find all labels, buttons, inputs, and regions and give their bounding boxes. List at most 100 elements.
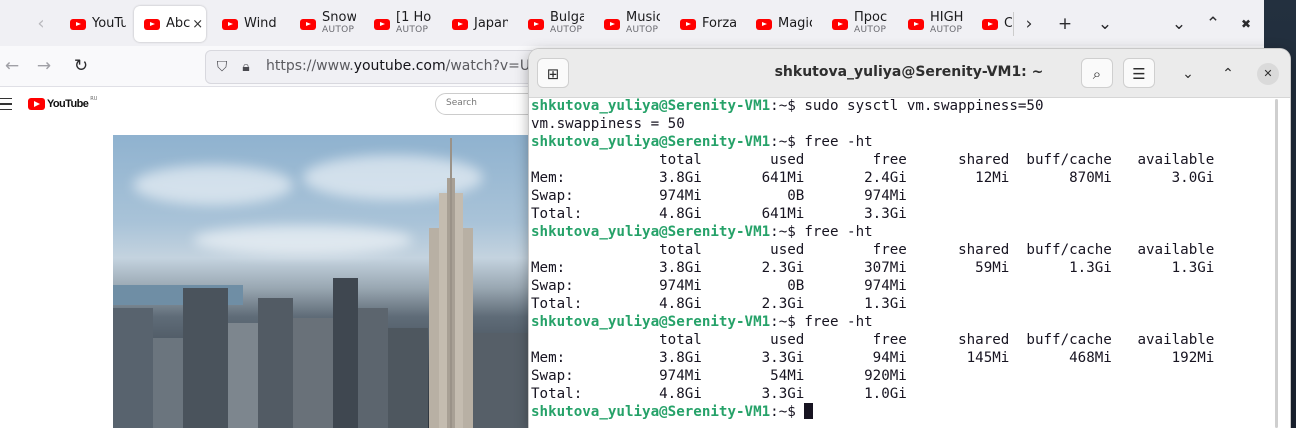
- new-tab-plus-icon[interactable]: +: [1053, 12, 1077, 36]
- tab-autoplay-label: AUTOP: [396, 25, 429, 35]
- terminal-scrollbar[interactable]: [1275, 99, 1278, 428]
- tab-label: Snow: [322, 10, 356, 25]
- browser-tab[interactable]: Forza: [670, 6, 736, 42]
- close-icon[interactable]: ✕: [1257, 63, 1279, 85]
- browser-tab[interactable]: Abc ×: [134, 6, 206, 42]
- maximize-icon[interactable]: ⌃: [1217, 63, 1239, 85]
- url-domain: youtube.com: [353, 58, 446, 74]
- back-arrow-icon[interactable]: ←: [0, 54, 24, 78]
- tab-label: Wind: [244, 16, 277, 31]
- terminal-output-line: Swap: 974Mi 54Mi 920Mi: [531, 368, 907, 384]
- reload-icon[interactable]: ↻: [69, 54, 93, 78]
- youtube-favicon-icon: [144, 18, 160, 30]
- search-placeholder: Search: [446, 98, 477, 108]
- browser-tab[interactable]: HIGH AUTOP: [898, 6, 964, 42]
- prompt-suffix: :~$: [770, 314, 805, 330]
- minimize-icon[interactable]: ⌄: [1177, 63, 1199, 85]
- tab-text: Bulga AUTOP: [550, 10, 584, 36]
- browser-tab[interactable]: Magic: [746, 6, 812, 42]
- terminal-output-line: total used free shared buff/cache availa…: [531, 242, 1215, 258]
- tab-label: Magic: [778, 16, 812, 31]
- tab-text: [1 Ho AUTOP: [396, 10, 432, 36]
- minimize-chevron-icon[interactable]: ⌄: [1167, 12, 1191, 36]
- youtube-favicon-icon: [374, 18, 390, 30]
- tab-autoplay-label: AUTOP: [930, 25, 963, 35]
- browser-tab[interactable]: YouTu: [60, 6, 126, 42]
- tab-label: Forza: [702, 16, 736, 31]
- shield-icon[interactable]: ⛉: [212, 57, 232, 77]
- terminal-window: ⊞ shkutova_yuliya@Serenity-VM1: ~ ⌕ ☰ ⌄ …: [529, 49, 1290, 428]
- browser-tab[interactable]: Wind: [212, 6, 280, 42]
- terminal-title: shkutova_yuliya@Serenity-VM1: ~: [774, 64, 1044, 80]
- tab-label: Music: [626, 10, 660, 25]
- terminal-cursor: [804, 403, 814, 419]
- browser-tab[interactable]: Japan: [442, 6, 508, 42]
- terminal-output-line: total used free shared buff/cache availa…: [531, 332, 1215, 348]
- youtube-favicon-icon: [70, 18, 86, 30]
- tab-label: Bulga: [550, 10, 584, 25]
- terminal-command-line: shkutova_yuliya@Serenity-VM1:~$ sudo sys…: [531, 97, 1276, 115]
- terminal-output-line: Mem: 3.8Gi 2.3Gi 307Mi 59Mi 1.3Gi 1.3Gi: [531, 260, 1215, 276]
- maximize-chevron-icon[interactable]: ⌃: [1201, 12, 1225, 36]
- tab-text: Wind: [244, 16, 277, 31]
- tab-text: HIGH AUTOP: [930, 11, 963, 36]
- youtube-logo[interactable]: YouTube RU: [28, 96, 98, 110]
- terminal-output-line: Total: 4.8Gi 3.3Gi 1.0Gi: [531, 386, 907, 402]
- close-window-icon[interactable]: ✖: [1234, 12, 1258, 36]
- tab-label: Ca: [1004, 16, 1012, 31]
- tab-text: Magic: [778, 16, 812, 31]
- menu-hamburger-icon[interactable]: [0, 98, 12, 110]
- new-tab-icon[interactable]: ⊞: [537, 58, 569, 88]
- tab-bar: ‹ YouTu Abc × Wind Snow AUTOP [1 Ho AUTOP Japan B…: [0, 0, 1264, 46]
- list-tabs-chevron-icon[interactable]: ⌄: [1093, 12, 1117, 36]
- tab-autoplay-label: AUTOP: [626, 25, 659, 35]
- browser-tab[interactable]: Snow AUTOP: [290, 6, 356, 42]
- browser-tab[interactable]: [1 Ho AUTOP: [364, 6, 432, 42]
- prompt-suffix: :~$: [770, 404, 805, 420]
- country-code: RU: [90, 96, 98, 102]
- terminal-command-line: shkutova_yuliya@Serenity-VM1:~$ free -ht: [531, 223, 1276, 241]
- youtube-favicon-icon: [832, 18, 848, 30]
- search-icon[interactable]: ⌕: [1081, 58, 1113, 88]
- tab-scroll-right-icon[interactable]: ›: [1017, 12, 1041, 36]
- tab-text: Ca: [1004, 16, 1012, 31]
- youtube-favicon-icon: [982, 18, 998, 30]
- youtube-favicon-icon: [222, 18, 238, 30]
- terminal-header-bar: ⊞ shkutova_yuliya@Serenity-VM1: ~ ⌕ ☰ ⌄ …: [529, 49, 1290, 98]
- tab-label: Japan: [474, 16, 508, 31]
- lock-icon[interactable]: 🔒︎: [236, 57, 256, 77]
- terminal-output-line: Total: 4.8Gi 2.3Gi 1.3Gi: [531, 296, 907, 312]
- youtube-play-icon: [28, 98, 45, 110]
- browser-tab[interactable]: Ca: [972, 6, 1012, 42]
- youtube-favicon-icon: [300, 18, 316, 30]
- youtube-favicon-icon: [452, 18, 468, 30]
- tab-text: Snow AUTOP: [322, 10, 356, 36]
- tab-text: Music AUTOP: [626, 10, 660, 36]
- browser-tab[interactable]: Bulga AUTOP: [518, 6, 584, 42]
- browser-tab[interactable]: Music AUTOP: [594, 6, 660, 42]
- tab-text: Прос AUTOP: [854, 10, 888, 36]
- youtube-favicon-icon: [604, 18, 620, 30]
- youtube-favicon-icon: [756, 18, 772, 30]
- terminal-output[interactable]: shkutova_yuliya@Serenity-VM1:~$ sudo sys…: [531, 97, 1276, 428]
- tab-label: [1 Ho: [396, 10, 432, 25]
- tab-autoplay-label: AUTOP: [550, 25, 583, 35]
- terminal-output-line: Mem: 3.8Gi 641Mi 2.4Gi 12Mi 870Mi 3.0Gi: [531, 170, 1215, 186]
- shell-prompt: shkutova_yuliya@Serenity-VM1: [531, 314, 771, 330]
- command-text: free -ht: [804, 314, 873, 330]
- video-thumbnail-cityscape[interactable]: [113, 135, 533, 428]
- tab-scroll-left-icon[interactable]: ‹: [30, 12, 52, 36]
- browser-tab[interactable]: Прос AUTOP: [822, 6, 888, 42]
- tab-text: YouTu: [92, 16, 126, 31]
- terminal-command-line: shkutova_yuliya@Serenity-VM1:~$ free -ht: [531, 133, 1276, 151]
- hamburger-menu-icon[interactable]: ☰: [1123, 58, 1155, 88]
- url-prefix: https://www.: [266, 58, 354, 74]
- terminal-output-line: Swap: 974Mi 0B 974Mi: [531, 188, 907, 204]
- url-text[interactable]: https://www.youtube.com/watch?v=UN3: [266, 58, 550, 74]
- tab-label: Прос: [854, 10, 888, 25]
- tab-label: YouTu: [92, 16, 126, 31]
- youtube-favicon-icon: [680, 18, 696, 30]
- forward-arrow-icon[interactable]: →: [32, 54, 56, 78]
- tab-text: Abc: [166, 17, 190, 30]
- close-tab-icon[interactable]: ×: [192, 17, 203, 32]
